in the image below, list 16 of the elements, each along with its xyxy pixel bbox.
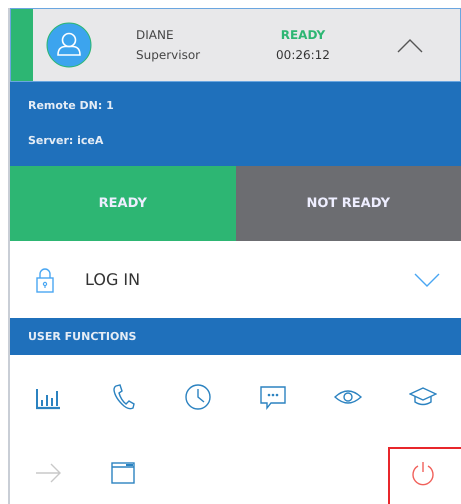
agent-status: READY — [280, 28, 326, 42]
chevron-icon[interactable] — [396, 37, 424, 53]
status-timer: 00:26:12 — [276, 48, 330, 62]
agent-name: DIANE — [136, 28, 175, 42]
clock-icon[interactable] — [184, 383, 212, 411]
login-label: LOG IN — [85, 270, 140, 289]
not-ready-button[interactable]: NOT READY — [236, 166, 461, 241]
login-row[interactable]: LOG IN — [10, 241, 461, 318]
chevron-icon[interactable] — [413, 272, 441, 288]
agent-role: Supervisor — [136, 48, 202, 62]
lock-icon — [35, 266, 55, 292]
detail-text: Server: iceA — [28, 134, 104, 147]
detail-text: Remote DN: 1 — [28, 99, 115, 112]
section-title: USER FUNCTIONS — [28, 330, 136, 343]
ready-button[interactable]: READY — [10, 166, 236, 241]
avatar-icon — [46, 22, 92, 68]
